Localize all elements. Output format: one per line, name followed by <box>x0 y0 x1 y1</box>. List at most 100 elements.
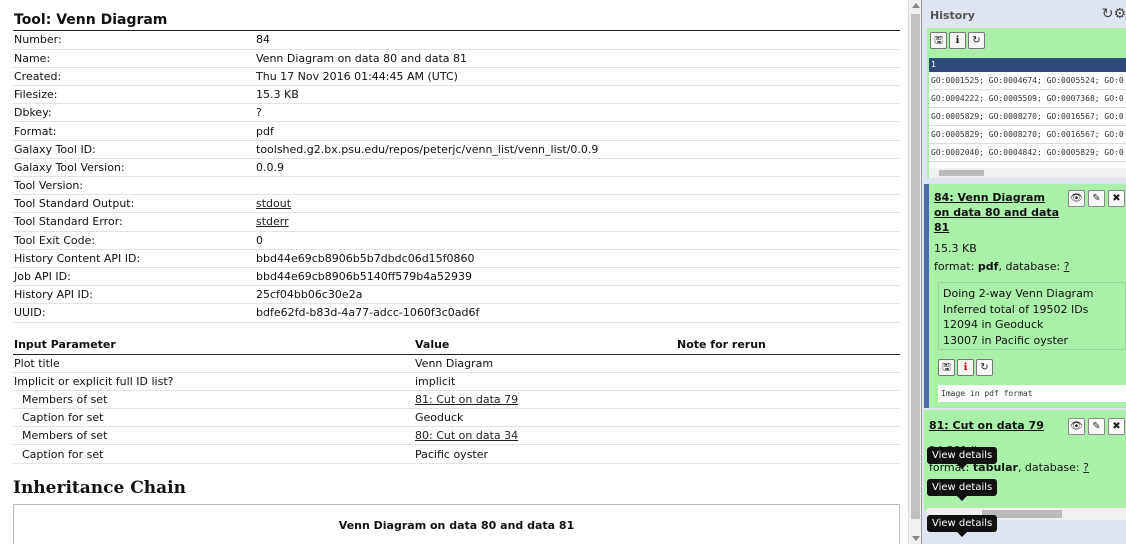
parameter-name: Members of set <box>13 426 414 446</box>
scroll-down-icon[interactable] <box>912 536 920 541</box>
parameters-header-row: Input Parameter Value Note for rerun <box>13 336 900 355</box>
parameter-name: Members of set <box>13 390 414 410</box>
delete-icon[interactable]: ✖ <box>1108 418 1125 435</box>
info-row: Dbkey:? <box>13 103 900 123</box>
info-row: Tool Standard Error: stderr <box>13 212 900 232</box>
parameter-name: Plot title <box>13 354 414 373</box>
parameter-note <box>676 354 900 373</box>
info-key: Dbkey: <box>13 103 255 123</box>
eye-icon[interactable]: 👁 <box>1068 418 1085 435</box>
peek-row: GO:0002040; GO:0004842; GO:0005829; GO:0 <box>929 144 1126 162</box>
info-line: 13007 in Pacific oyster <box>943 333 1069 347</box>
info-key: History Content API ID: <box>13 249 255 268</box>
parameters-table: Input Parameter Value Note for rerun Plo… <box>13 336 900 464</box>
info-key: Job API ID: <box>13 267 255 287</box>
dataset-info-table: Number: 84 Name: Venn Diagram on data 80 an… <box>13 31 900 323</box>
info-value: bdfe62fd-b83d-4a77-adcc-1060f3c0ad6f <box>255 303 900 323</box>
pencil-icon[interactable]: ✎ <box>1088 418 1105 435</box>
header-input-parameter: Input Parameter <box>13 336 414 355</box>
history-panel: History ↻⚙ 🖫 ℹ ↻ 1 GO:0001525; GO:000467… <box>921 0 1126 544</box>
info-row: UUID: bdfe62fd-b83d-4a77-adcc-1060f3c0ad6… <box>13 303 900 323</box>
parameter-row: Members of set 81: Cut on data 79 <box>13 390 900 410</box>
parameter-value-link[interactable]: 81: Cut on data 79 <box>415 393 518 406</box>
dataset-expanded-top: 🖫 ℹ ↻ 1 GO:0001525; GO:0004674; GO:00055… <box>927 28 1126 178</box>
info-value: ? <box>255 103 900 123</box>
info-row: Tool Version: <box>13 176 900 196</box>
info-row: Tool Standard Output: stdout <box>13 194 900 214</box>
parameter-note <box>676 390 900 410</box>
info-key: Tool Exit Code: <box>13 231 255 250</box>
database-label: , database: <box>1017 461 1080 474</box>
info-key: Tool Standard Output: <box>13 194 255 214</box>
parameter-note <box>676 372 900 391</box>
info-icon[interactable]: ℹ <box>957 359 974 376</box>
dataset-84-peek: Image in pdf format <box>938 385 1126 402</box>
parameter-row: Plot title Venn Diagram <box>13 354 900 373</box>
info-row: Galaxy Tool Version: 0.0.9 <box>13 158 900 178</box>
info-key: Galaxy Tool Version: <box>13 158 255 178</box>
save-icon[interactable]: 🖫 <box>938 359 955 376</box>
info-icon[interactable]: ℹ <box>949 32 966 49</box>
refresh-icon[interactable]: ↻⚙ <box>1102 6 1126 22</box>
database-link[interactable]: ? <box>1064 260 1070 273</box>
info-value: Thu 17 Nov 2016 01:44:45 AM (UTC) <box>255 67 900 87</box>
header-note-for-rerun: Note for rerun <box>676 336 900 355</box>
scrollbar-thumb[interactable] <box>911 14 920 519</box>
peek-row: GO:0004222; GO:0005509; GO:0007368; GO:0 <box>929 90 1126 108</box>
info-value: Venn Diagram on data 80 and data 81 <box>255 49 900 68</box>
info-row: History API ID: 25cf04bb06c30e2a <box>13 285 900 305</box>
scroll-up-icon[interactable] <box>912 3 920 8</box>
info-value: bbd44e69cb8906b5b7dbdc06d15f0860 <box>255 249 900 268</box>
parameter-value: implicit <box>414 372 676 391</box>
info-line: Doing 2-way Venn Diagram <box>943 287 1094 300</box>
info-row: History Content API ID: bbd44e69cb8906b5b… <box>13 249 900 268</box>
format-value: pdf <box>977 260 999 273</box>
info-row: Created: Thu 17 Nov 2016 01:44:45 AM (UTC… <box>13 67 900 87</box>
parameter-row: Implicit or explicit full ID list? implic… <box>13 372 900 391</box>
info-value: 0 <box>255 231 900 250</box>
info-value: 0.0.9 <box>255 158 900 178</box>
eye-icon[interactable]: 👁 <box>1068 190 1085 207</box>
parameter-value: 80: Cut on data 34 <box>414 426 676 446</box>
view-details-tooltip: View details <box>927 515 998 537</box>
header-value: Value <box>414 336 676 355</box>
main-scrollbar[interactable] <box>908 0 921 544</box>
database-link[interactable]: ? <box>1083 461 1089 474</box>
dataset-84-info: Doing 2-way Venn Diagram Inferred total … <box>938 282 1126 350</box>
parameter-note <box>676 408 900 428</box>
info-row: Name: Venn Diagram on data 80 and data 81 <box>13 49 900 68</box>
info-value: 84 <box>255 31 900 50</box>
pencil-icon[interactable]: ✎ <box>1088 190 1105 207</box>
rerun-icon[interactable]: ↻ <box>968 32 985 49</box>
parameter-value: 81: Cut on data 79 <box>414 390 676 410</box>
info-value-link[interactable]: stderr <box>256 215 289 228</box>
parameter-name: Implicit or explicit full ID list? <box>13 372 414 391</box>
rerun-icon[interactable]: ↻ <box>976 359 993 376</box>
info-value: 25cf04bb06c30e2a <box>255 285 900 305</box>
parameter-row: Members of set 80: Cut on data 34 <box>13 426 900 446</box>
save-icon[interactable]: 🖫 <box>930 32 947 49</box>
dataset-details-panel: Tool: Venn Diagram Number: 84 Name: Venn Di… <box>0 0 908 544</box>
info-key: Galaxy Tool ID: <box>13 140 255 159</box>
info-key: Created: <box>13 67 255 87</box>
delete-icon[interactable]: ✖ <box>1108 190 1125 207</box>
view-details-tooltip: View details <box>927 479 998 501</box>
peek-scrollbar[interactable] <box>929 168 1126 178</box>
info-row: Job API ID: bbd44e69cb8906b5140ff579b4a52… <box>13 267 900 287</box>
parameter-value: Geoduck <box>414 408 676 428</box>
info-value-link[interactable]: stdout <box>256 197 291 210</box>
info-key: Format: <box>13 121 255 141</box>
info-line: 12094 in Geoduck <box>943 318 1044 331</box>
parameter-value-link[interactable]: 80: Cut on data 34 <box>415 429 518 442</box>
dataset-81-title[interactable]: 81: Cut on data 79 <box>929 418 1059 433</box>
info-row: Filesize: 15.3 KB <box>13 85 900 105</box>
peek-scrollbar-thumb[interactable] <box>939 170 984 176</box>
info-row: Galaxy Tool ID: toolshed.g2.bx.psu.edu/re… <box>13 140 900 159</box>
info-key: Tool Standard Error: <box>13 212 255 232</box>
dataset-84-title[interactable]: 84: Venn Diagram on data 80 and data 81 <box>934 190 1062 235</box>
info-row: Format: pdf <box>13 121 900 141</box>
inheritance-item: Venn Diagram on data 80 and data 81 <box>338 519 575 532</box>
peek-row: GO:0005829; GO:0008270; GO:0016567; GO:0 <box>929 108 1126 126</box>
parameter-note <box>676 444 900 464</box>
info-key: Number: <box>13 31 255 50</box>
